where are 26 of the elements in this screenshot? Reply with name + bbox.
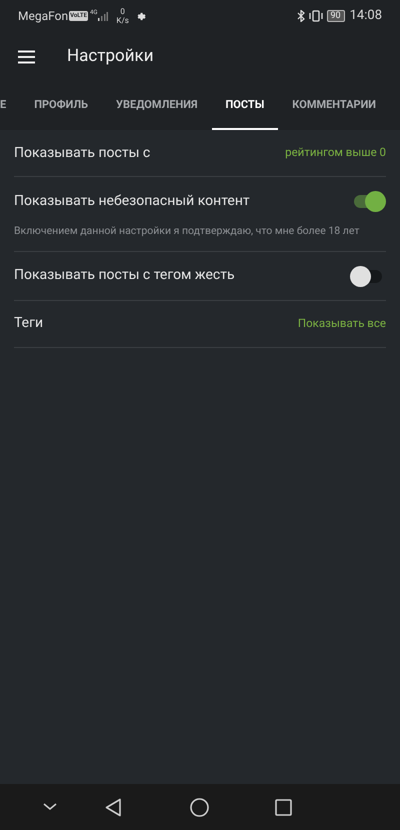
tab[interactable]: КОММЕНТАРИИ [278,82,390,130]
setting-label: Показывать небезопасный контент [14,192,250,210]
chevron-down-icon[interactable] [43,803,57,811]
menu-icon[interactable] [18,50,35,64]
setting-label: Показывать посты с тегом жесть [14,266,235,286]
battery-icon: 90 [326,10,345,22]
speed-unit: K/s [116,16,129,25]
setting-value[interactable]: рейтингом выше 0 [285,144,386,162]
back-icon[interactable] [105,798,122,816]
screen-title: Настройки [67,45,154,68]
home-icon[interactable] [190,798,209,816]
tab[interactable]: ПОСТЫ [212,82,278,130]
bluetooth-icon [296,10,306,22]
clock: 14:08 [350,7,382,26]
carrier-name: MegaFon [18,8,68,25]
recents-icon[interactable] [275,798,292,816]
setting-label: Теги [14,314,44,334]
tab[interactable]: УВЕДОМЛЕНИЯ [102,82,212,130]
signal-icon [98,12,108,20]
setting-label: Показывать посты с [14,144,150,162]
tab[interactable]: Е [0,82,20,130]
setting-note: Включением данной настройки я подтверждаю, что мне более 18 лет [14,223,360,239]
tab[interactable]: ПРОФИЛЬ [20,82,102,130]
speed-value: 0 [120,7,125,16]
setting-value[interactable]: Показывать все [298,315,386,332]
vibrate-icon [308,10,322,22]
